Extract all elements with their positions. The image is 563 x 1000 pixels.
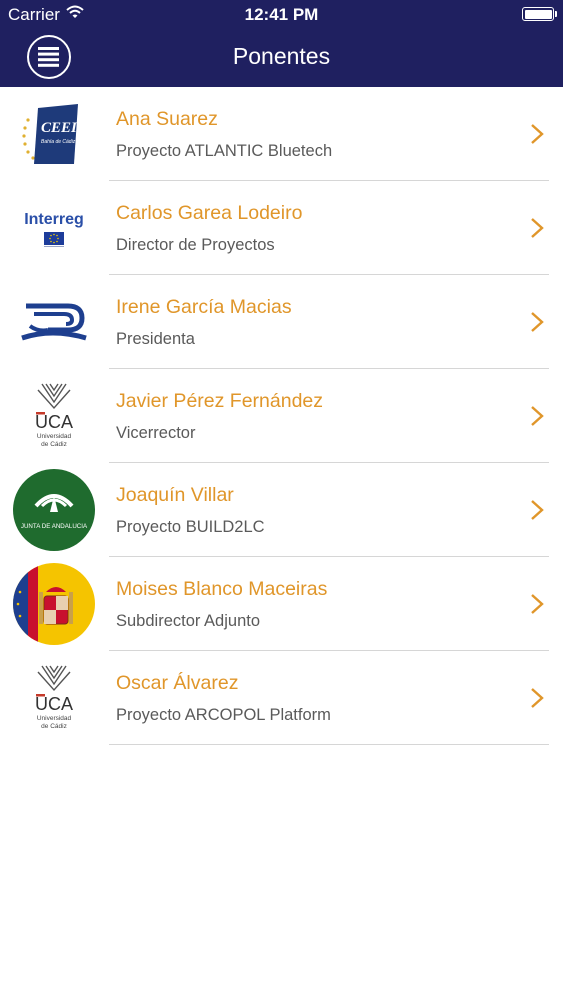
speaker-row[interactable]: Moises Blanco Maceiras Subdirector Adjun… — [0, 557, 563, 651]
nav-bar: Ponentes — [0, 30, 563, 87]
speaker-name: Javier Pérez Fernández — [116, 390, 324, 412]
speaker-name: Moises Blanco Maceiras — [116, 578, 328, 600]
speaker-subtitle: Proyecto BUILD2LC — [116, 518, 265, 536]
uca-logo: UCA Universidad de Cádiz — [12, 660, 96, 736]
speaker-subtitle: Proyecto ARCOPOL Platform — [116, 706, 331, 724]
junta-andalucia-logo: JUNTA DE ANDALUCIA — [12, 469, 96, 551]
chevron-right-icon — [531, 124, 544, 144]
speaker-row[interactable]: Irene García Macias Presidenta — [0, 275, 563, 369]
chevron-right-icon — [531, 500, 544, 520]
page-title: Ponentes — [232, 43, 331, 69]
speaker-row[interactable]: Interreg Carlos Garea Lodeiro Director d… — [0, 181, 563, 275]
uca-logo-subtext2: de Cádiz — [41, 723, 67, 730]
speaker-subtitle: Vicerrector — [116, 424, 196, 442]
ceei-logo-subtext: Bahía de Cádiz — [41, 139, 76, 145]
speaker-name: Irene García Macias — [116, 296, 292, 318]
speaker-row[interactable]: UCA Universidad de Cádiz Javier Pérez Fe… — [0, 369, 563, 463]
status-bar: Carrier 12:41 PM — [0, 0, 563, 30]
speaker-name: Ana Suarez — [116, 108, 218, 130]
uca-logo-subtext: Universidad — [37, 715, 72, 722]
interreg-logo-text: Interreg — [24, 211, 84, 228]
ceei-logo: CEEI Bahía de Cádiz — [12, 96, 96, 172]
speaker-name: Joaquín Villar — [116, 484, 234, 506]
uca-logo-text: UCA — [35, 412, 73, 432]
chevron-right-icon — [531, 594, 544, 614]
spain-coat-of-arms-logo — [12, 563, 96, 645]
chevron-right-icon — [531, 406, 544, 426]
speaker-row[interactable]: UCA Universidad de Cádiz Oscar Álvarez P… — [0, 651, 563, 745]
speakers-list: CEEI Bahía de Cádiz Ana Suarez Proyecto … — [0, 87, 563, 745]
junta-logo-text: JUNTA DE ANDALUCIA — [21, 523, 88, 530]
wave-logo — [12, 284, 96, 360]
chevron-right-icon — [531, 688, 544, 708]
chevron-right-icon — [531, 312, 544, 332]
chevron-right-icon — [531, 218, 544, 238]
speaker-name: Oscar Álvarez — [116, 672, 239, 694]
battery-icon — [522, 7, 557, 21]
uca-logo-text: UCA — [35, 694, 73, 714]
uca-logo: UCA Universidad de Cádiz — [12, 378, 96, 454]
header: Carrier 12:41 PM Ponentes — [0, 0, 563, 87]
uca-logo-subtext2: de Cádiz — [41, 441, 67, 448]
speaker-subtitle: Director de Proyectos — [116, 236, 275, 254]
interreg-logo: Interreg — [12, 190, 96, 266]
speaker-subtitle: Proyecto ATLANTIC Bluetech — [116, 142, 333, 160]
uca-logo-subtext: Universidad — [37, 433, 72, 440]
speaker-row[interactable]: JUNTA DE ANDALUCIA Joaquín Villar Proyec… — [0, 463, 563, 557]
speaker-subtitle: Presidenta — [116, 330, 195, 348]
status-time: 12:41 PM — [244, 5, 319, 24]
speaker-subtitle: Subdirector Adjunto — [116, 612, 261, 630]
row-separator — [109, 744, 549, 745]
speaker-name: Carlos Garea Lodeiro — [116, 202, 303, 224]
ceei-logo-text: CEEI — [41, 120, 78, 136]
speaker-row[interactable]: CEEI Bahía de Cádiz Ana Suarez Proyecto … — [0, 87, 563, 181]
